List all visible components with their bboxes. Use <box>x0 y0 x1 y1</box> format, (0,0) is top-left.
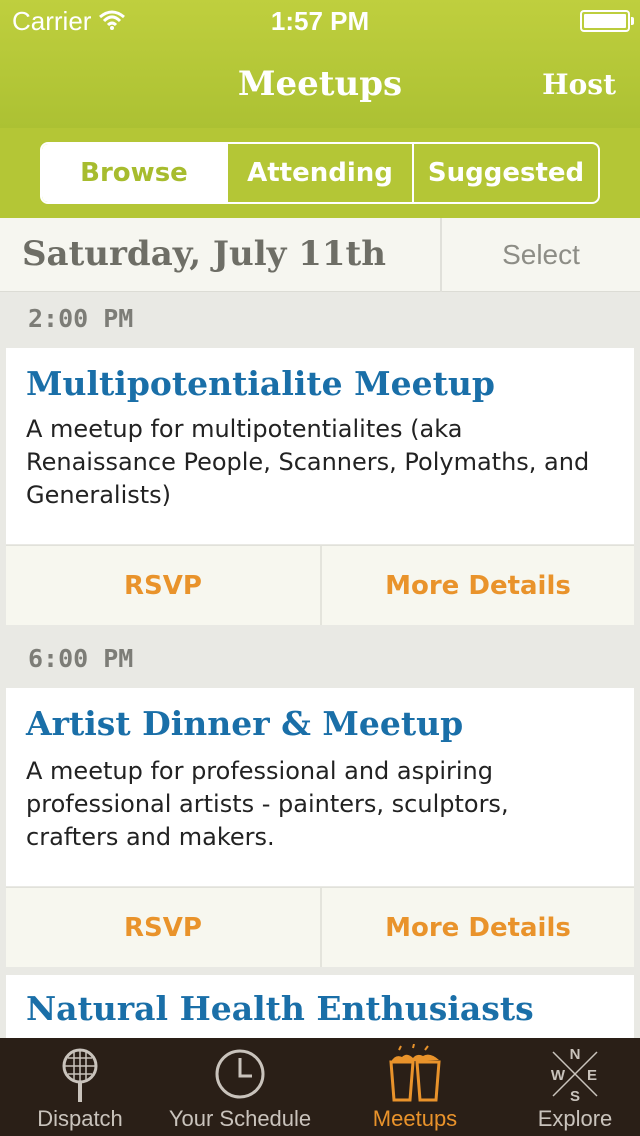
racket-icon <box>62 1048 98 1102</box>
event-title[interactable]: Natural Health Enthusiasts <box>26 989 534 1028</box>
battery-icon <box>580 10 634 32</box>
svg-text:N: N <box>570 1046 581 1063</box>
host-button[interactable]: Host <box>542 68 616 101</box>
segment-browse[interactable]: Browse <box>42 144 226 202</box>
date-label: Saturday, July 11th <box>22 234 386 274</box>
rsvp-button[interactable]: RSVP <box>6 546 320 625</box>
event-description: A meetup for multipotentialites (aka Ren… <box>26 415 590 509</box>
svg-text:W: W <box>551 1067 566 1084</box>
event-card[interactable]: Multipotentialite Meetup A meetup for mu… <box>6 348 634 544</box>
navigation-header: Carrier 1:57 PM Meetups Host <box>0 0 640 128</box>
event-description: A meetup for professional and aspiring p… <box>26 757 509 851</box>
segment-bar: Browse Attending Suggested <box>0 128 640 218</box>
tab-bar: Dispatch Your Schedule Meetups N W E S E… <box>0 1038 640 1136</box>
clock-icon <box>215 1049 265 1099</box>
svg-text:E: E <box>587 1067 597 1084</box>
more-details-button[interactable]: More Details <box>320 888 634 967</box>
rsvp-button[interactable]: RSVP <box>6 888 320 967</box>
segment-suggested[interactable]: Suggested <box>412 144 598 202</box>
segmented-control: Browse Attending Suggested <box>40 142 600 204</box>
date-row: Saturday, July 11th Select <box>0 218 640 292</box>
beer-glasses-icon <box>389 1044 441 1102</box>
svg-text:S: S <box>570 1088 580 1104</box>
tab-explore[interactable]: N W E S Explore <box>510 1038 640 1136</box>
tab-label: Dispatch <box>37 1106 123 1131</box>
segment-attending[interactable]: Attending <box>226 144 412 202</box>
event-actions: RSVP More Details <box>6 887 634 967</box>
status-time: 1:57 PM <box>270 6 370 36</box>
tab-meetups[interactable]: Meetups <box>320 1038 510 1136</box>
tab-label: Meetups <box>372 1106 458 1131</box>
event-title[interactable]: Artist Dinner & Meetup <box>26 704 463 743</box>
tab-dispatch[interactable]: Dispatch <box>0 1038 160 1136</box>
select-date-button[interactable]: Select <box>442 218 640 292</box>
time-header: 6:00 PM <box>28 644 134 673</box>
event-card[interactable]: Artist Dinner & Meetup A meetup for prof… <box>6 688 634 886</box>
tab-your-schedule[interactable]: Your Schedule <box>160 1038 320 1136</box>
tab-label: Explore <box>537 1106 613 1131</box>
compass-icon: N W E S <box>551 1046 598 1104</box>
event-actions: RSVP More Details <box>6 545 634 625</box>
tab-label: Your Schedule <box>168 1106 312 1131</box>
status-bar: Carrier 1:57 PM <box>0 0 640 40</box>
event-title[interactable]: Multipotentialite Meetup <box>26 364 495 403</box>
event-card[interactable]: Natural Health Enthusiasts <box>6 975 634 1038</box>
more-details-button[interactable]: More Details <box>320 546 634 625</box>
time-header: 2:00 PM <box>28 304 134 333</box>
